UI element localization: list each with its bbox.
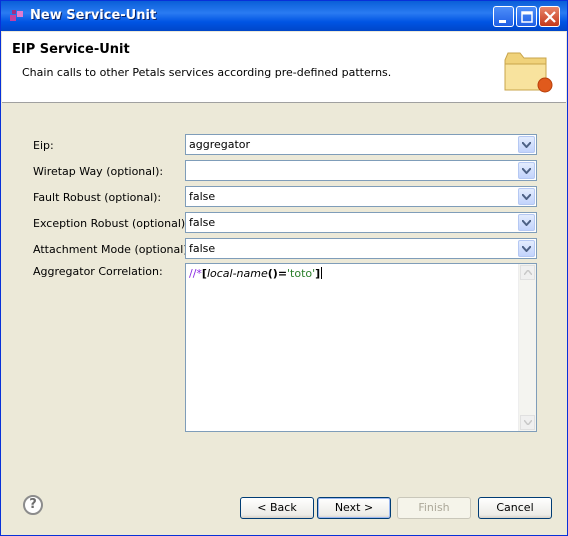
attachment-mode-dropdown-button[interactable]	[518, 240, 535, 257]
maximize-icon	[521, 11, 533, 23]
xpath-function: local-name	[206, 267, 268, 280]
scroll-down-button[interactable]	[520, 415, 535, 430]
wiretap-dropdown-button[interactable]	[518, 162, 535, 179]
finish-button: Finish	[397, 497, 471, 519]
back-button[interactable]: < Back	[240, 497, 314, 519]
exception-robust-value: false	[189, 216, 216, 229]
title-bar[interactable]: New Service-Unit	[1, 1, 567, 31]
chevron-down-icon	[524, 420, 532, 425]
eip-value: aggregator	[189, 138, 251, 151]
chevron-down-icon	[522, 194, 531, 200]
chevron-up-icon	[524, 270, 532, 275]
xpath-expression[interactable]: //*[local-name()='toto']	[189, 267, 323, 280]
next-button[interactable]: Next >	[317, 497, 391, 519]
minimize-button[interactable]	[493, 6, 514, 27]
scroll-up-button[interactable]	[520, 265, 535, 280]
xpath-close-bracket: ]	[315, 267, 321, 280]
fault-robust-label: Fault Robust (optional):	[33, 191, 162, 204]
vertical-scrollbar[interactable]	[518, 264, 536, 431]
dialog-window: New Service-Unit EIP Service-Unit Chain …	[0, 0, 568, 536]
attachment-mode-label: Attachment Mode (optional):	[33, 243, 192, 256]
aggregator-correlation-label: Aggregator Correlation:	[33, 265, 163, 278]
wiretap-label: Wiretap Way (optional):	[33, 165, 164, 178]
fault-robust-select[interactable]: false	[185, 186, 537, 207]
exception-robust-label: Exception Robust (optional):	[33, 217, 189, 230]
exception-robust-select[interactable]: false	[185, 212, 537, 233]
wiretap-select[interactable]	[185, 160, 537, 181]
xpath-string: 'toto'	[287, 267, 316, 280]
window-title: New Service-Unit	[30, 8, 157, 23]
chevron-down-icon	[522, 246, 531, 252]
cancel-button[interactable]: Cancel	[478, 497, 552, 519]
text-caret	[321, 267, 323, 279]
xpath-equals: =	[277, 267, 288, 280]
exception-robust-dropdown-button[interactable]	[518, 214, 535, 231]
close-button[interactable]	[539, 6, 560, 27]
minimize-icon	[499, 20, 506, 23]
attachment-mode-value: false	[189, 242, 216, 255]
xpath-parens: ()	[267, 267, 278, 280]
help-icon: ?	[29, 497, 37, 512]
folder-icon	[504, 52, 553, 93]
page-title: EIP Service-Unit	[12, 42, 130, 57]
chevron-down-icon	[522, 220, 531, 226]
close-icon	[544, 11, 556, 23]
maximize-button[interactable]	[516, 6, 537, 27]
chevron-down-icon	[522, 142, 531, 148]
help-button[interactable]: ?	[23, 495, 43, 515]
eip-dropdown-button[interactable]	[518, 136, 535, 153]
page-description: Chain calls to other Petals services acc…	[22, 66, 392, 79]
wizard-header: EIP Service-Unit Chain calls to other Pe…	[2, 32, 566, 103]
app-icon	[10, 10, 23, 21]
fault-robust-value: false	[189, 190, 216, 203]
chevron-down-icon	[522, 168, 531, 174]
aggregator-correlation-editor[interactable]: //*[local-name()='toto']	[185, 263, 537, 432]
attachment-mode-select[interactable]: false	[185, 238, 537, 259]
fault-robust-dropdown-button[interactable]	[518, 188, 535, 205]
eip-select[interactable]: aggregator	[185, 134, 537, 155]
eip-label: Eip:	[33, 139, 54, 152]
